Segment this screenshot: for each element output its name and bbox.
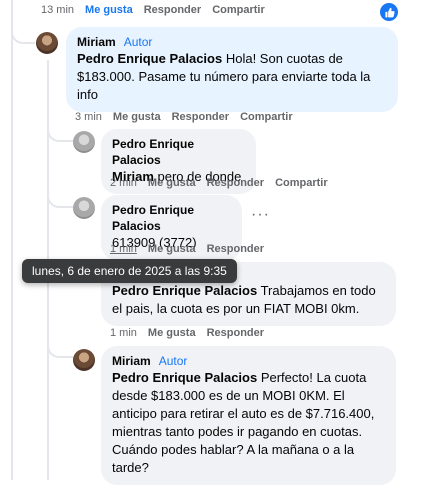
thread-connector (47, 124, 73, 142)
comment-author[interactable]: Miriam (77, 34, 116, 50)
comment-meta: 2 min Me gusta Responder Compartir (110, 177, 339, 189)
mention-link[interactable]: Pedro Enrique Palacios (77, 51, 222, 66)
timestamp-tooltip: lunes, 6 de enero de 2025 a las 9:35 (22, 259, 237, 283)
avatar[interactable] (73, 197, 95, 219)
reply-button[interactable]: Responder (172, 111, 229, 123)
like-button[interactable]: Me gusta (148, 243, 196, 255)
comment-meta: 1 min Me gusta Responder (110, 327, 275, 339)
comment-time[interactable]: 2 min (110, 177, 137, 189)
avatar[interactable] (73, 131, 95, 153)
avatar[interactable] (73, 349, 95, 371)
thread-line-main (11, 0, 13, 480)
comment-time[interactable]: 1 min (110, 243, 137, 255)
comment-text: Pedro Enrique Palacios Trabajamos en tod… (112, 283, 376, 316)
reply-button[interactable]: Responder (144, 4, 201, 16)
more-options-icon[interactable]: ··· (251, 206, 270, 224)
thumbs-up-icon[interactable] (380, 3, 398, 21)
comment-time[interactable]: 3 min (75, 111, 102, 123)
thread-connector (47, 340, 73, 358)
mention-link[interactable]: Pedro Enrique Palacios (112, 370, 257, 385)
thread-connector (11, 20, 35, 44)
mention-link[interactable]: Pedro Enrique Palacios (112, 283, 257, 298)
avatar[interactable] (36, 32, 58, 54)
reply-button[interactable]: Responder (207, 177, 264, 189)
comment-author[interactable]: Pedro Enrique Palacios (112, 202, 231, 234)
comment-meta: 3 min Me gusta Responder Compartir (75, 111, 304, 123)
comment-time[interactable]: 1 min (110, 327, 137, 339)
share-button[interactable]: Compartir (240, 111, 293, 123)
comment-author[interactable]: Pedro Enrique Palacios (112, 136, 245, 168)
comment-time[interactable]: 13 min (41, 4, 74, 16)
thread-connector (47, 190, 73, 208)
comment-bubble: Miriam Autor Pedro Enrique Palacios Hola… (66, 27, 398, 112)
comment-author[interactable]: Miriam (112, 353, 151, 369)
author-badge: Autor (158, 354, 188, 368)
reply-button[interactable]: Responder (207, 327, 264, 339)
like-button[interactable]: Me gusta (85, 4, 133, 16)
share-button[interactable]: Compartir (212, 4, 265, 16)
like-button[interactable]: Me gusta (113, 111, 161, 123)
comment-meta: 1 min Me gusta Responder (110, 243, 275, 255)
like-button[interactable]: Me gusta (148, 177, 196, 189)
share-button[interactable]: Compartir (275, 177, 328, 189)
reply-button[interactable]: Responder (207, 243, 264, 255)
comment-meta: 13 min Me gusta Responder Compartir (41, 4, 276, 16)
comment-bubble: Miriam Autor Pedro Enrique Palacios Perf… (101, 346, 396, 485)
author-badge: Autor (123, 35, 153, 49)
like-button[interactable]: Me gusta (148, 327, 196, 339)
comment-text: Pedro Enrique Palacios Perfecto! La cuot… (112, 370, 375, 475)
comment-text: Pedro Enrique Palacios Hola! Son cuotas … (77, 51, 371, 102)
